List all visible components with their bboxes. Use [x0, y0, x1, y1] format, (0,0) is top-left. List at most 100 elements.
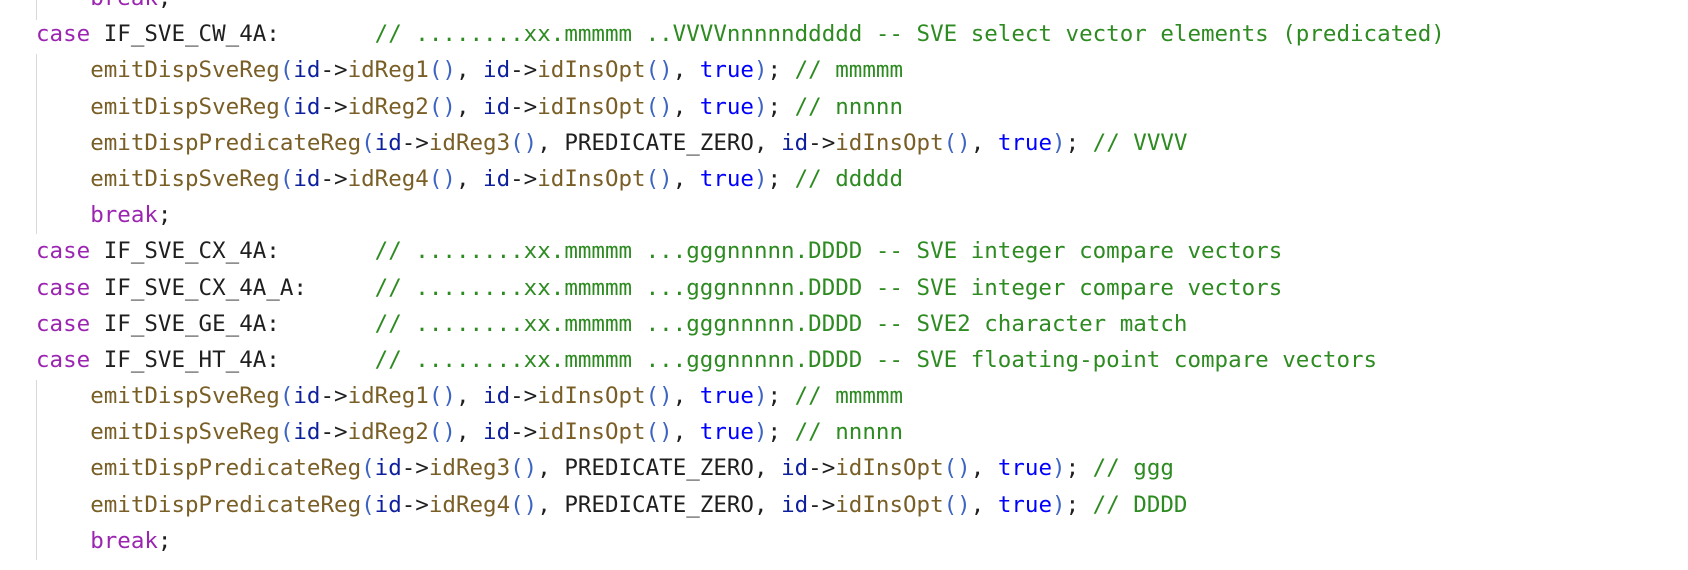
- source-code[interactable]: break;case IF_SVE_CW_4A: // ........xx.m…: [36, 0, 1445, 559]
- code-token: ->: [808, 455, 836, 482]
- code-token: id: [781, 491, 809, 518]
- code-token: // ddddd: [794, 165, 903, 192]
- code-line[interactable]: emitDispSveReg(id->idReg1(), id->idInsOp…: [36, 52, 1445, 88]
- code-token: idReg2: [347, 93, 429, 120]
- code-token: (): [645, 419, 673, 446]
- code-line[interactable]: emitDispSveReg(id->idReg2(), id->idInsOp…: [36, 414, 1445, 450]
- code-token: id: [293, 165, 321, 192]
- code-token: id: [483, 419, 511, 446]
- code-token: ;: [157, 202, 172, 229]
- code-token: (: [361, 455, 375, 482]
- code-token: id: [781, 455, 809, 482]
- code-token: (): [943, 455, 971, 482]
- code-token: id: [781, 129, 809, 156]
- code-token: ,: [672, 93, 700, 120]
- code-token: , PREDICATE_ZERO,: [537, 455, 782, 482]
- code-line[interactable]: case IF_SVE_GE_4A: // ........xx.mmmmm .…: [36, 306, 1445, 342]
- code-token: idReg3: [428, 129, 511, 156]
- code-token: (): [510, 491, 538, 518]
- code-line[interactable]: emitDispSveReg(id->idReg4(), id->idInsOp…: [36, 161, 1445, 197]
- code-token: emitDispPredicateReg: [90, 491, 362, 518]
- code-token: ,: [672, 419, 700, 446]
- code-token: id: [483, 165, 511, 192]
- code-token: (: [361, 491, 375, 518]
- code-token: ): [753, 57, 768, 84]
- code-token: idReg1: [347, 57, 429, 84]
- code-token: id: [374, 455, 402, 482]
- code-line[interactable]: case IF_SVE_CX_4A_A: // ........xx.mmmmm…: [36, 270, 1445, 306]
- code-token: ;: [1065, 491, 1093, 518]
- code-token: (: [279, 93, 294, 120]
- code-token: (): [428, 383, 456, 410]
- code-token: case: [36, 238, 91, 265]
- code-token: ): [753, 383, 768, 410]
- code-token: idInsOpt: [835, 455, 944, 482]
- code-token: ->: [510, 419, 538, 446]
- code-token: (): [645, 383, 673, 410]
- code-token: ,: [970, 455, 998, 482]
- code-token: // ........xx.mmmmm ...gggnnnnn.DDDD -- …: [374, 346, 1378, 373]
- code-token: (: [279, 57, 294, 84]
- code-line[interactable]: break;: [36, 0, 1445, 16]
- code-token: idInsOpt: [537, 57, 646, 84]
- code-line[interactable]: emitDispPredicateReg(id->idReg3(), PREDI…: [36, 450, 1445, 486]
- code-token: true: [997, 491, 1053, 518]
- code-token: ): [753, 419, 768, 446]
- code-token: IF_SVE_CW_4A:: [90, 21, 375, 48]
- code-token: true: [699, 383, 754, 410]
- code-token: idInsOpt: [537, 419, 646, 446]
- code-token: ,: [672, 165, 700, 192]
- code-token: ->: [401, 491, 429, 518]
- code-token: ;: [767, 383, 795, 410]
- code-line[interactable]: emitDispSveReg(id->idReg2(), id->idInsOp…: [36, 89, 1445, 125]
- code-token: (: [279, 383, 294, 410]
- code-token: ): [1052, 129, 1066, 156]
- code-token: id: [374, 129, 402, 156]
- code-token: ): [1052, 455, 1066, 482]
- code-token: (): [645, 93, 673, 120]
- code-line[interactable]: emitDispSveReg(id->idReg1(), id->idInsOp…: [36, 378, 1445, 414]
- code-token: ->: [510, 57, 538, 84]
- code-token: true: [699, 57, 754, 84]
- code-line[interactable]: case IF_SVE_CX_4A: // ........xx.mmmmm .…: [36, 233, 1445, 269]
- code-line[interactable]: case IF_SVE_CW_4A: // ........xx.mmmmm .…: [36, 16, 1445, 52]
- code-token: id: [483, 383, 511, 410]
- code-token: emitDispPredicateReg: [90, 129, 362, 156]
- code-token: (): [645, 57, 673, 84]
- code-line[interactable]: emitDispPredicateReg(id->idReg4(), PREDI…: [36, 487, 1445, 523]
- code-token: (: [279, 419, 294, 446]
- code-token: case: [36, 21, 91, 48]
- code-token: (: [361, 129, 375, 156]
- code-token: id: [293, 93, 321, 120]
- code-editor[interactable]: break;case IF_SVE_CW_4A: // ........xx.m…: [0, 0, 1688, 570]
- code-token: idInsOpt: [537, 93, 646, 120]
- code-token: emitDispSveReg: [90, 383, 280, 410]
- code-token: (): [943, 491, 971, 518]
- code-token: emitDispSveReg: [90, 419, 280, 446]
- code-token: (): [943, 129, 971, 156]
- code-token: idInsOpt: [537, 383, 646, 410]
- code-token: case: [36, 346, 91, 373]
- code-line[interactable]: emitDispPredicateReg(id->idReg3(), PREDI…: [36, 125, 1445, 161]
- code-token: ;: [1065, 455, 1093, 482]
- code-token: true: [997, 129, 1053, 156]
- code-line[interactable]: case IF_SVE_HT_4A: // ........xx.mmmmm .…: [36, 342, 1445, 378]
- code-line[interactable]: break;: [36, 197, 1445, 233]
- code-token: ->: [320, 165, 348, 192]
- code-token: ;: [157, 527, 172, 554]
- code-line[interactable]: break;: [36, 523, 1445, 559]
- code-token: ,: [672, 383, 700, 410]
- code-token: // mmmmm: [794, 57, 903, 84]
- code-token: ): [753, 93, 768, 120]
- code-token: ->: [808, 491, 836, 518]
- code-token: // mmmmm: [794, 383, 903, 410]
- code-token: // VVVV: [1092, 129, 1188, 156]
- code-token: // DDDD: [1092, 491, 1188, 518]
- code-token: ->: [401, 455, 429, 482]
- code-token: ;: [158, 0, 172, 11]
- code-token: IF_SVE_GE_4A:: [90, 310, 375, 337]
- code-token: true: [699, 165, 754, 192]
